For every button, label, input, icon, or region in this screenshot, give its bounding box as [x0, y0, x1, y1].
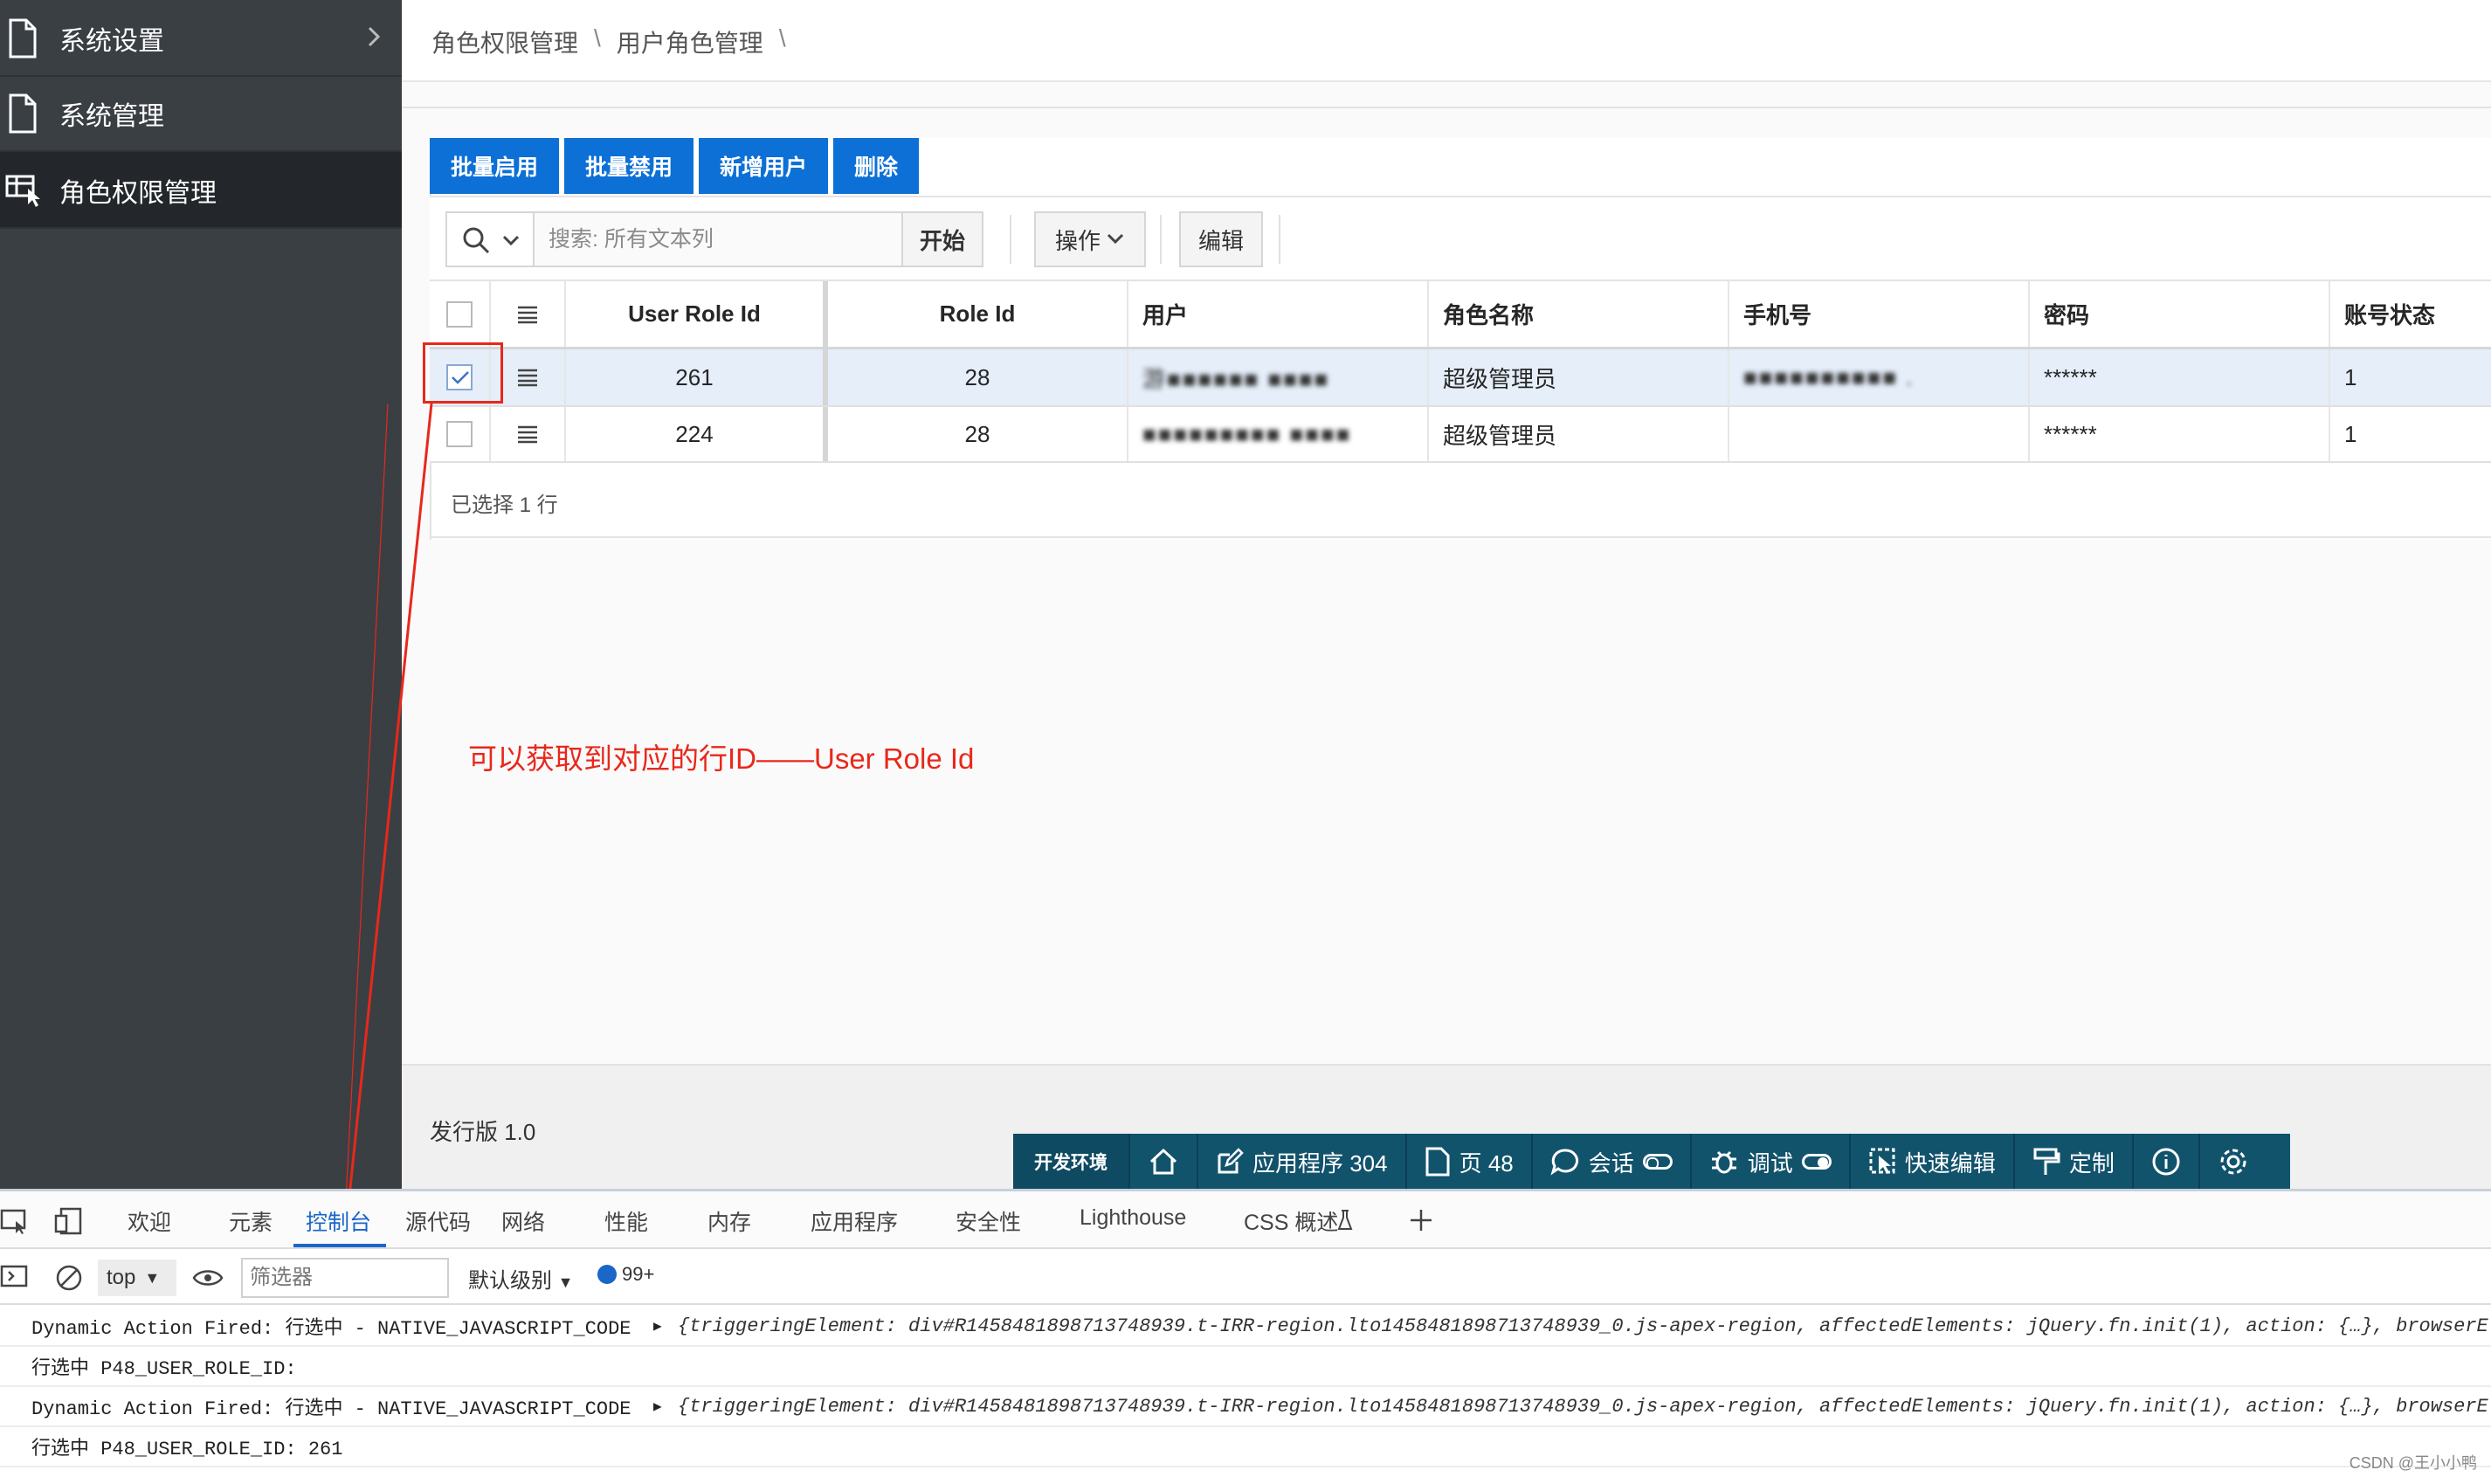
customize-label: 定制: [2068, 1149, 2115, 1177]
console-log-entry[interactable]: 行选中 P48_USER_ROLE_ID:: [0, 1347, 2491, 1387]
eye-icon[interactable]: [192, 1267, 224, 1289]
device-icon[interactable]: [54, 1207, 84, 1235]
flask-icon: [1337, 1210, 1353, 1230]
devtools-tab-security[interactable]: 安全性: [956, 1205, 1021, 1237]
log-message: Dynamic Action Fired: 行选中 - NATIVE_JAVAS…: [31, 1398, 631, 1420]
quick-edit-icon: [1869, 1148, 1895, 1174]
devtools-tab-network[interactable]: 网络: [501, 1205, 545, 1237]
log-message: 行选中 P48_USER_ROLE_ID:: [31, 1358, 297, 1380]
devtools-tab-performance[interactable]: 性能: [604, 1205, 648, 1237]
application-button[interactable]: 应用程序 304: [1198, 1134, 1407, 1190]
debug-button[interactable]: 调试: [1692, 1134, 1851, 1190]
gear-icon: [2220, 1149, 2246, 1175]
log-object[interactable]: {triggeringElement: div#R145848189871374…: [678, 1315, 2488, 1337]
devtools-tab-sources[interactable]: 源代码: [405, 1205, 471, 1237]
page-label: 页 48: [1459, 1149, 1514, 1177]
log-level-selector[interactable]: 默认级别 ▼: [468, 1263, 574, 1294]
active-tab-indicator: [293, 1244, 386, 1247]
info-button[interactable]: [2134, 1134, 2200, 1190]
debug-toggle[interactable]: [1801, 1154, 1832, 1170]
home-button[interactable]: [1130, 1134, 1198, 1190]
console-log-entry[interactable]: Dynamic Action Fired: 行选中 - NATIVE_JAVAS…: [0, 1387, 2491, 1427]
chat-icon: [1550, 1149, 1578, 1176]
message-count[interactable]: 99+: [597, 1263, 654, 1286]
application-label: 应用程序 304: [1252, 1149, 1388, 1177]
inspect-icon[interactable]: [0, 1209, 30, 1235]
quick-edit-label: 快速编辑: [1904, 1149, 1996, 1177]
context-selector[interactable]: top ▼: [98, 1260, 176, 1296]
info-icon: [2152, 1148, 2180, 1176]
expand-triangle-icon[interactable]: ▶: [653, 1317, 662, 1335]
devtools-tab-application[interactable]: 应用程序: [811, 1205, 898, 1237]
edit-icon: [1218, 1148, 1244, 1174]
session-button[interactable]: 会话: [1533, 1134, 1692, 1190]
log-message: 行选中 P48_USER_ROLE_ID: 261: [31, 1439, 343, 1460]
session-toggle[interactable]: [1642, 1154, 1673, 1170]
home-icon: [1149, 1148, 1177, 1175]
session-label: 会话: [1588, 1149, 1634, 1177]
caret-down-icon: ▼: [144, 1268, 161, 1287]
console-log-entry[interactable]: Dynamic Action Fired: 行选中 - NATIVE_JAVAS…: [0, 1307, 2491, 1347]
message-icon: [597, 1265, 617, 1284]
devtools-tab-css-overview[interactable]: CSS 概述: [1244, 1205, 1338, 1237]
expand-triangle-icon[interactable]: ▶: [653, 1398, 662, 1415]
console-filter-bar: top ▼ 默认级别 ▼ 99+: [0, 1251, 2491, 1305]
devtools-tab-console[interactable]: 控制台: [306, 1205, 371, 1237]
debug-label: 调试: [1747, 1149, 1793, 1177]
page-button[interactable]: 页 48: [1407, 1134, 1533, 1190]
bug-icon: [1711, 1150, 1736, 1174]
console-log-entry[interactable]: 行选中 P48_USER_ROLE_ID: 261: [0, 1427, 2491, 1467]
sidebar-toggle-icon[interactable]: [0, 1265, 30, 1289]
message-count-label: 99+: [622, 1263, 655, 1285]
devtools-tabs: 欢迎 元素 控制台 源代码 网络 性能 内存 应用程序 安全性 Lighthou…: [0, 1191, 2491, 1249]
devtools-tab-welcome[interactable]: 欢迎: [128, 1205, 171, 1237]
log-message: Dynamic Action Fired: 行选中 - NATIVE_JAVAS…: [31, 1318, 631, 1340]
paint-roller-icon: [2033, 1148, 2060, 1175]
log-object[interactable]: {triggeringElement: div#R145848189871374…: [678, 1396, 2488, 1418]
console-filter-input[interactable]: [241, 1258, 449, 1298]
devtools-panel: 欢迎 元素 控制台 源代码 网络 性能 内存 应用程序 安全性 Lighthou…: [0, 1189, 2491, 1484]
context-label: top: [107, 1266, 136, 1289]
devtools-tab-memory[interactable]: 内存: [707, 1205, 751, 1237]
settings-button[interactable]: [2200, 1134, 2267, 1190]
environment-badge: 开发环境: [1013, 1134, 1130, 1190]
developer-toolbar: 开发环境 应用程序 304 页 48 会话 调试 快速编辑 定制: [1013, 1134, 2290, 1190]
devtools-tab-elements[interactable]: 元素: [229, 1205, 273, 1237]
plus-icon[interactable]: [1408, 1207, 1434, 1233]
customize-button[interactable]: 定制: [2015, 1134, 2134, 1190]
page-edit-icon: [1425, 1147, 1450, 1177]
devtools-tab-lighthouse[interactable]: Lighthouse: [1080, 1205, 1186, 1231]
quick-edit-button[interactable]: 快速编辑: [1851, 1134, 2015, 1190]
caret-down-icon: ▼: [557, 1273, 574, 1291]
log-level-label: 默认级别: [468, 1269, 552, 1293]
clear-console-icon[interactable]: [54, 1263, 84, 1293]
watermark: CSDN @王小小鸭: [2349, 1454, 2477, 1472]
